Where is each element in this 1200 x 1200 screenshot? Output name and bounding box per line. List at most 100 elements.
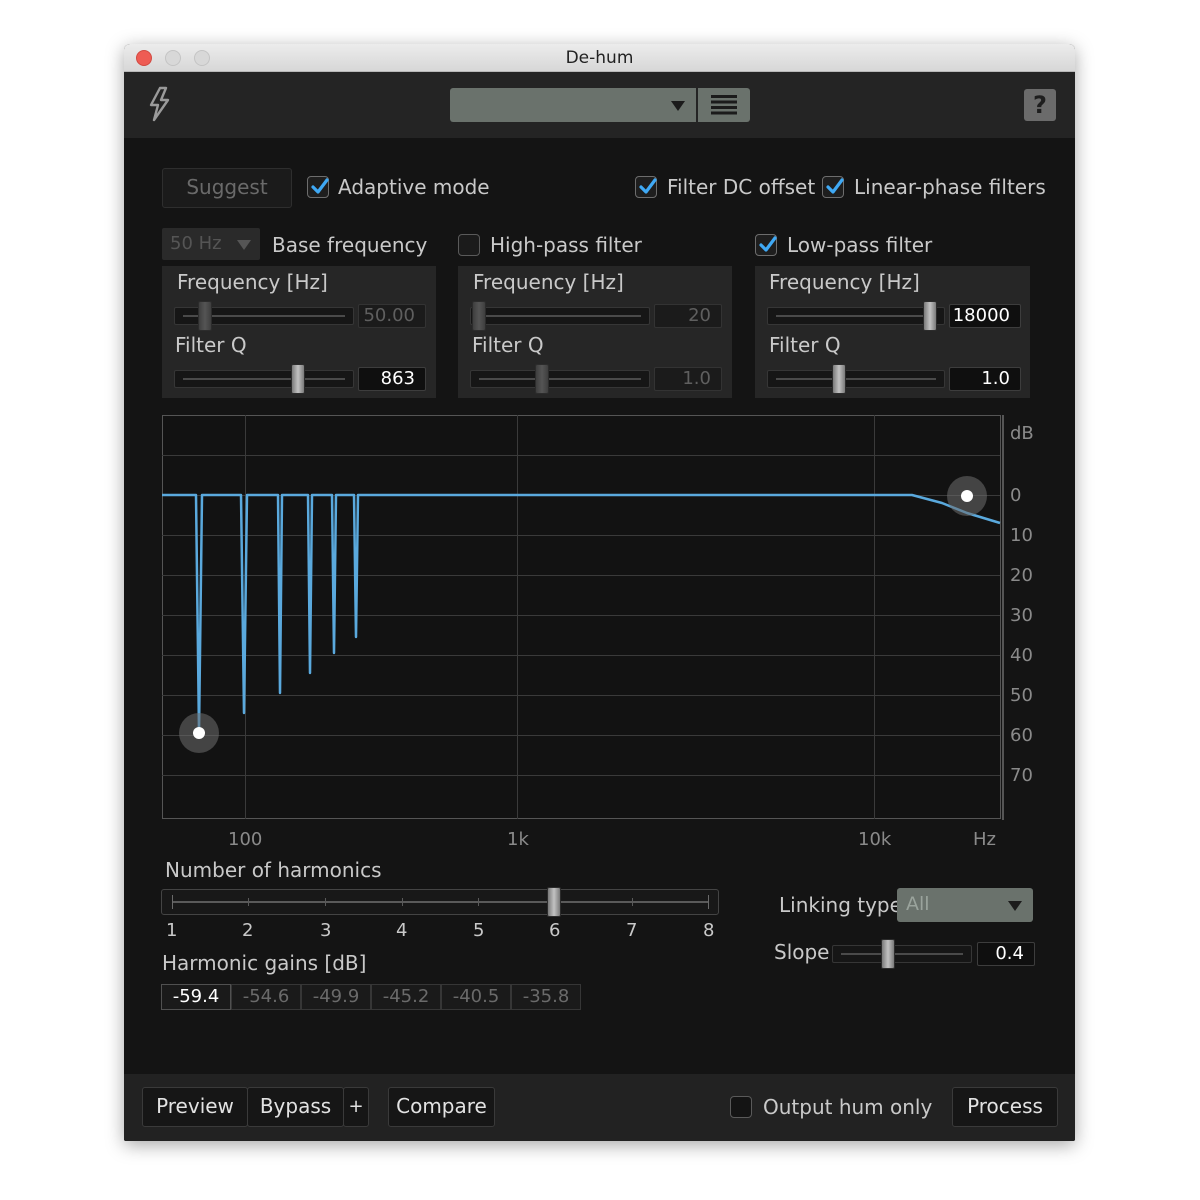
harmonics-tick: 4 — [396, 920, 408, 941]
hz-axis-label: Hz — [973, 829, 996, 850]
low-pass-frequency-label: Frequency [Hz] — [769, 270, 920, 294]
high-pass-filter-q-slider-thumb[interactable] — [535, 364, 549, 394]
adaptive-mode-checkbox[interactable] — [307, 176, 329, 198]
slope-slider[interactable] — [832, 945, 972, 963]
title-bar: De-hum — [124, 44, 1075, 72]
help-button[interactable]: ? — [1024, 89, 1056, 121]
db-tick-label: 0 — [1010, 485, 1022, 506]
harmonic-gain-4[interactable]: -45.2 — [371, 984, 441, 1010]
high-pass-frequency-slider-thumb[interactable] — [472, 301, 486, 331]
lightning-icon — [146, 86, 172, 126]
high-pass-label: High-pass filter — [490, 233, 642, 257]
harmonic-gains-label: Harmonic gains [dB] — [162, 951, 367, 975]
high-pass-checkbox[interactable] — [458, 234, 480, 256]
base-filter-q-slider[interactable] — [174, 370, 354, 388]
low-pass-filter-q-label: Filter Q — [769, 333, 841, 357]
low-pass-frequency-slider-thumb[interactable] — [923, 301, 937, 331]
db-tick-label: 40 — [1010, 645, 1033, 666]
list-icon — [711, 95, 737, 115]
low-pass-panel: Frequency [Hz] 18000 Filter Q 1.0 — [755, 266, 1030, 398]
harmonic-gain-3[interactable]: -49.9 — [301, 984, 371, 1010]
high-pass-frequency-slider[interactable] — [470, 307, 650, 325]
low-pass-filter-q-input[interactable]: 1.0 — [949, 367, 1021, 391]
base-filter-q-label: Filter Q — [175, 333, 247, 357]
db-tick-label: 30 — [1010, 605, 1033, 626]
high-pass-filter-q-input[interactable]: 1.0 — [654, 367, 722, 391]
harmonics-tick: 5 — [473, 920, 485, 941]
chevron-down-icon — [1008, 901, 1022, 911]
bypass-button[interactable]: Bypass — [247, 1087, 344, 1127]
harmonics-tick: 6 — [549, 920, 561, 941]
base-filter-q-slider-thumb[interactable] — [291, 364, 305, 394]
high-pass-frequency-input[interactable]: 20 — [654, 304, 722, 328]
db-tick-label: 60 — [1010, 725, 1033, 746]
filter-response-graph[interactable] — [162, 415, 1004, 820]
base-frequency-dropdown[interactable]: 50 Hz — [162, 228, 260, 260]
db-tick-label: 10 — [1010, 525, 1033, 546]
base-frequency-panel: Frequency [Hz] 50.00 Filter Q 863 — [162, 266, 436, 398]
db-axis-label: dB — [1010, 423, 1034, 444]
window-title: De-hum — [565, 48, 634, 68]
hz-tick-label: 1k — [507, 829, 529, 850]
filter-dc-offset-label: Filter DC offset — [667, 175, 816, 199]
base-filter-q-input[interactable]: 863 — [358, 367, 426, 391]
preview-button[interactable]: Preview — [142, 1087, 248, 1127]
db-tick-label: 70 — [1010, 765, 1033, 786]
preset-menu-button[interactable] — [698, 88, 750, 122]
output-hum-only-checkbox[interactable] — [730, 1096, 752, 1118]
base-frequency-node[interactable] — [193, 727, 205, 739]
harmonics-tick: 7 — [626, 920, 638, 941]
linking-type-dropdown[interactable]: All — [897, 888, 1033, 922]
db-tick-label: 50 — [1010, 685, 1033, 706]
base-frequency-hz-label: Frequency [Hz] — [177, 270, 328, 294]
slope-slider-thumb[interactable] — [881, 939, 895, 969]
high-pass-frequency-label: Frequency [Hz] — [473, 270, 624, 294]
low-pass-frequency-input[interactable]: 18000 — [949, 304, 1021, 328]
plugin-header: ? — [124, 72, 1075, 138]
high-pass-filter-q-label: Filter Q — [472, 333, 544, 357]
base-frequency-label: Base frequency — [272, 233, 428, 257]
chevron-down-icon — [237, 240, 251, 250]
low-pass-checkbox[interactable] — [755, 234, 777, 256]
linking-type-label: Linking type — [779, 893, 902, 917]
adaptive-mode-label: Adaptive mode — [338, 175, 490, 199]
db-tick-label: 20 — [1010, 565, 1033, 586]
compare-button[interactable]: Compare — [388, 1087, 495, 1127]
harmonics-slider-thumb[interactable] — [547, 887, 561, 917]
process-button[interactable]: Process — [952, 1087, 1058, 1127]
harmonics-tick: 8 — [703, 920, 715, 941]
low-pass-filter-q-slider[interactable] — [767, 370, 945, 388]
harmonic-gain-6[interactable]: -35.8 — [511, 984, 581, 1010]
low-pass-node[interactable] — [961, 490, 973, 502]
dehum-window: De-hum ? Suggest Adaptive mode Filter DC… — [124, 44, 1075, 1141]
harmonics-label: Number of harmonics — [165, 858, 382, 882]
slope-label: Slope — [774, 940, 830, 964]
linking-type-value: All — [906, 893, 930, 915]
chevron-down-icon — [671, 101, 685, 111]
harmonic-gain-2[interactable]: -54.6 — [231, 984, 301, 1010]
linear-phase-label: Linear-phase filters — [854, 175, 1046, 199]
harmonics-slider[interactable] — [161, 889, 719, 915]
preset-dropdown[interactable] — [450, 88, 696, 122]
harmonics-tick: 1 — [166, 920, 178, 941]
high-pass-filter-q-slider[interactable] — [470, 370, 650, 388]
output-hum-only-label: Output hum only — [763, 1095, 933, 1119]
suggest-button[interactable]: Suggest — [162, 168, 292, 208]
hz-tick-label: 100 — [228, 829, 263, 850]
high-pass-panel: Frequency [Hz] 20 Filter Q 1.0 — [458, 266, 732, 398]
linear-phase-checkbox[interactable] — [822, 176, 844, 198]
harmonics-tick: 2 — [242, 920, 254, 941]
low-pass-frequency-slider[interactable] — [767, 307, 945, 325]
filter-dc-offset-checkbox[interactable] — [635, 176, 657, 198]
db-axis-line — [1002, 415, 1004, 820]
low-pass-filter-q-slider-thumb[interactable] — [832, 364, 846, 394]
base-frequency-value: 50 Hz — [170, 233, 222, 254]
harmonics-tick: 3 — [320, 920, 332, 941]
bypass-plus-button[interactable]: + — [343, 1087, 369, 1127]
base-frequency-input[interactable]: 50.00 — [358, 304, 426, 328]
harmonic-gain-1[interactable]: -59.4 — [161, 984, 231, 1010]
harmonic-gain-5[interactable]: -40.5 — [441, 984, 511, 1010]
slope-input[interactable]: 0.4 — [977, 942, 1035, 966]
base-frequency-slider-thumb[interactable] — [198, 301, 212, 331]
hz-tick-label: 10k — [858, 829, 892, 850]
